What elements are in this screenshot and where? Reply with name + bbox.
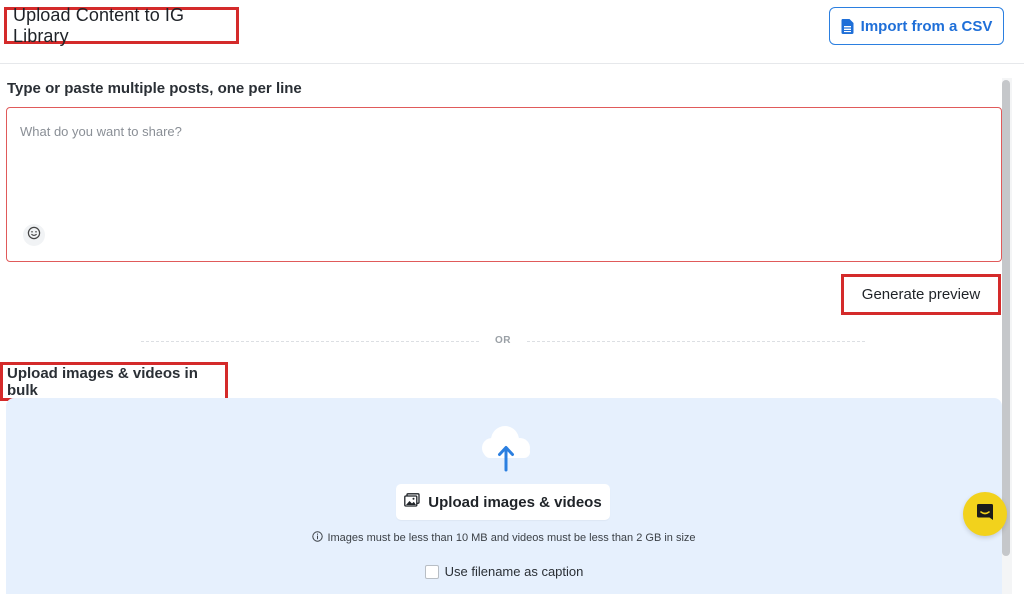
- bulk-section-label: Upload images & videos in bulk: [7, 364, 198, 399]
- posts-section-label: Type or paste multiple posts, one per li…: [7, 80, 302, 97]
- import-csv-button[interactable]: Import from a CSV: [829, 7, 1004, 45]
- upload-dropzone[interactable]: Upload images & videos Images must be le…: [6, 398, 1002, 594]
- filename-caption-checkbox[interactable]: [424, 564, 439, 579]
- emoji-button[interactable]: [23, 224, 45, 246]
- emoji-icon: [27, 226, 41, 245]
- or-label: OR: [495, 335, 511, 346]
- scrollbar-thumb[interactable]: [1002, 80, 1010, 556]
- upload-page: Upload Content to IG Library Import from…: [0, 0, 1024, 594]
- page-title: Upload Content to IG Library: [13, 4, 185, 46]
- chat-widget-button[interactable]: [963, 492, 1007, 536]
- cloud-upload-icon: [476, 420, 536, 474]
- page-title-highlight: Upload Content to IG Library: [4, 4, 239, 46]
- divider-line-right: [527, 341, 865, 342]
- generate-preview-button[interactable]: Generate preview: [841, 274, 1001, 315]
- or-divider: OR: [141, 335, 865, 347]
- chat-icon: [975, 502, 995, 527]
- divider-line-left: [141, 341, 479, 342]
- size-limit-note: Images must be less than 10 MB and video…: [6, 531, 1002, 545]
- info-icon: [312, 531, 324, 545]
- filename-caption-label[interactable]: Use filename as caption: [445, 564, 584, 579]
- posts-textarea-container: [6, 107, 1002, 262]
- size-limit-text: Images must be less than 10 MB and video…: [327, 532, 696, 544]
- import-csv-label: Import from a CSV: [860, 17, 993, 35]
- upload-images-videos-label: Upload images & videos: [428, 493, 602, 511]
- generate-preview-label: Generate preview: [861, 286, 981, 303]
- sheet-icon: [841, 18, 854, 34]
- filename-caption-option: Use filename as caption: [6, 564, 1002, 579]
- main-content: Type or paste multiple posts, one per li…: [0, 64, 1024, 594]
- header: Upload Content to IG Library Import from…: [0, 0, 1024, 64]
- bulk-section-label-highlight: Upload images & videos in bulk: [0, 362, 228, 401]
- image-icon: [404, 493, 420, 511]
- upload-images-videos-button[interactable]: Upload images & videos: [396, 484, 610, 520]
- posts-textarea[interactable]: [7, 108, 1001, 218]
